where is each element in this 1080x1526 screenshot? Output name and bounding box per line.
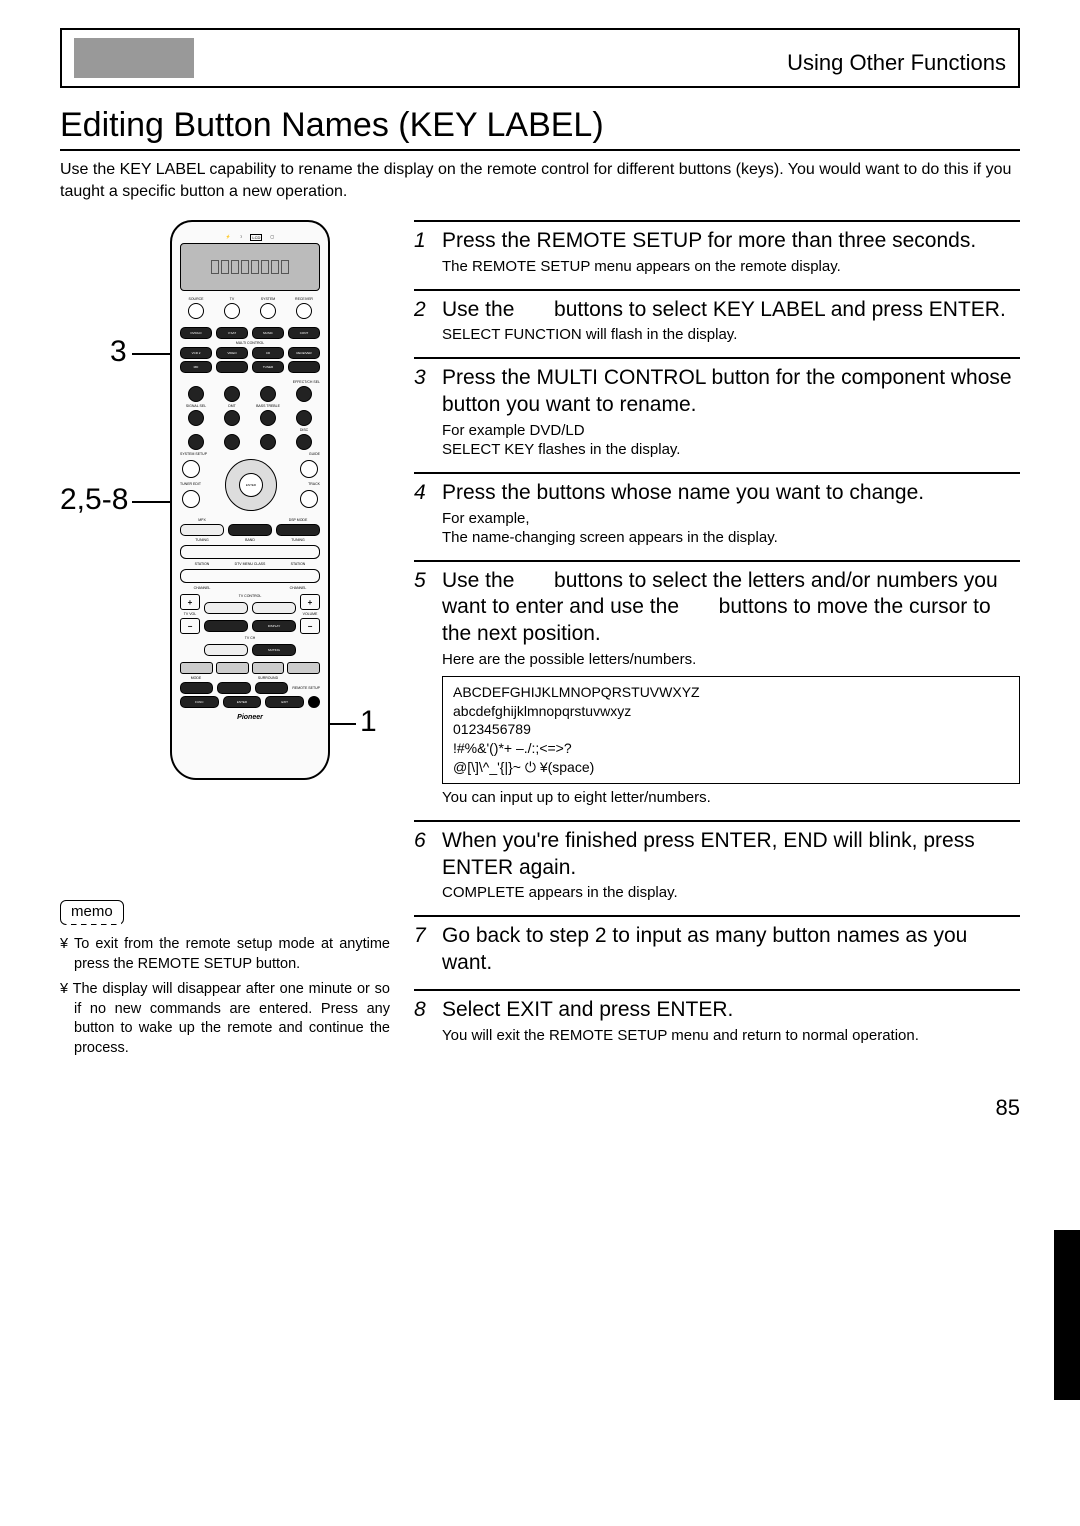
remote-body: ⚡☽LCD▢ SOURCETVSYSTEMRECEIVER DVD/LDV.SA…: [170, 220, 330, 780]
steps-list: 1Press the REMOTE SETUP for more than th…: [414, 220, 1020, 1064]
callout-2-5-8: 2,5-8: [60, 483, 128, 517]
memo-item: ¥ To exit from the remote setup mode at …: [60, 935, 390, 974]
step-6: 6When you're finished press ENTER, END w…: [414, 820, 1020, 903]
remote-lcd: [180, 243, 320, 291]
thumb-tab: [1054, 1230, 1080, 1400]
remote-diagram: 3 2,5-8 1 ⚡☽LCD▢: [60, 220, 390, 840]
memo-section: memo ¥ To exit from the remote setup mod…: [60, 900, 390, 1058]
step-4: 4Press the buttons whose name you want t…: [414, 472, 1020, 548]
step-1: 1Press the REMOTE SETUP for more than th…: [414, 220, 1020, 276]
callout-3: 3: [110, 335, 127, 369]
memo-item: ¥ The display will disappear after one m…: [60, 980, 390, 1058]
step-3: 3Press the MULTI CONTROL button for the …: [414, 357, 1020, 460]
step-8: 8Select EXIT and press ENTER. You will e…: [414, 989, 1020, 1045]
step-2: 2 Use the buttons to select KEY LABEL an…: [414, 289, 1020, 345]
page-number: 85: [60, 1095, 1020, 1121]
page-title: Editing Button Names (KEY LABEL): [60, 106, 1020, 145]
header-grey-block: [74, 38, 194, 78]
character-box: ABCDEFGHIJKLMNOPQRSTUVWXYZ abcdefghijklm…: [442, 676, 1020, 784]
section-header: Using Other Functions: [60, 28, 1020, 88]
intro-text: Use the KEY LABEL capability to rename t…: [60, 159, 1020, 202]
memo-label: memo: [60, 900, 124, 925]
step-7: 7Go back to step 2 to input as many butt…: [414, 915, 1020, 977]
section-title: Using Other Functions: [787, 50, 1006, 78]
step-5: 5 Use the buttons to select the letters …: [414, 560, 1020, 808]
brand-logo: Pioneer: [180, 714, 320, 721]
callout-1: 1: [360, 705, 377, 739]
remote-setup-key-icon: [308, 696, 320, 708]
title-rule: [60, 149, 1020, 151]
